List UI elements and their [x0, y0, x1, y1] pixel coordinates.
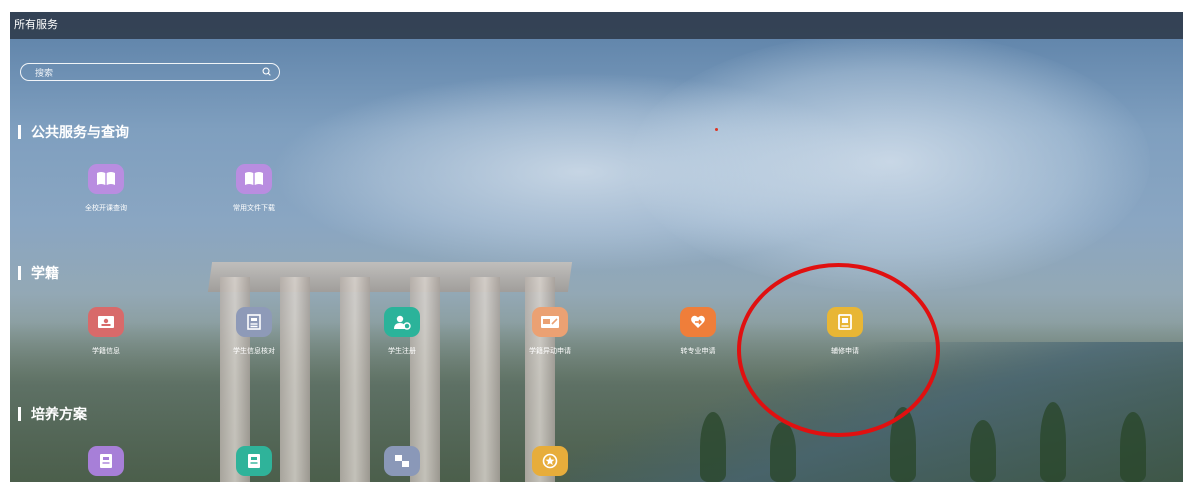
service-tile-plan-1[interactable] [46, 446, 166, 476]
service-tile-info-check[interactable]: 学生信息核对 [194, 307, 314, 356]
service-tile-status-info[interactable]: 学籍信息 [46, 307, 166, 356]
annotation-dot [715, 128, 718, 131]
badge-icon [532, 446, 568, 476]
section-title-text: 学籍 [31, 266, 59, 282]
service-tile-course-query[interactable]: 全校开课查询 [46, 164, 166, 213]
service-label: 学生注册 [388, 347, 416, 355]
book-icon [88, 164, 124, 194]
section-title-text: 培养方案 [31, 407, 87, 423]
background-tree [700, 412, 726, 482]
background-tree [770, 422, 796, 482]
page-title: 所有服务 [14, 18, 58, 31]
background-colonnade-beam [207, 262, 573, 292]
user-icon [384, 307, 420, 337]
service-label: 全校开课查询 [85, 204, 127, 212]
section-title-student-status: 学籍 [18, 263, 59, 283]
section-title-public-services: 公共服务与查询 [18, 122, 129, 142]
service-tile-file-download[interactable]: 常用文件下载 [194, 164, 314, 213]
service-label: 学籍异动申请 [529, 347, 571, 355]
service-page: 所有服务 搜索 公共服务与查询 全校开课查询 常用文件下载 学籍 学籍信息 学生… [10, 12, 1183, 482]
transfer-icon [680, 307, 716, 337]
service-tile-plan-2[interactable] [194, 446, 314, 476]
service-label: 学生信息核对 [233, 347, 275, 355]
id-card-icon [88, 307, 124, 337]
service-label: 学籍信息 [92, 347, 120, 355]
service-tile-plan-4[interactable] [490, 446, 610, 476]
plan-icon [236, 446, 272, 476]
background-tree [1120, 412, 1146, 482]
book-icon [236, 164, 272, 194]
background-tree [970, 420, 996, 482]
service-label: 转专业申请 [680, 347, 716, 355]
card-edit-icon [532, 307, 568, 337]
service-label: 常用文件下载 [233, 204, 275, 212]
plan-icon [88, 446, 124, 476]
background-cloud [630, 32, 1150, 292]
compare-icon [384, 446, 420, 476]
search-icon[interactable] [262, 67, 271, 76]
service-tile-status-change[interactable]: 学籍异动申请 [490, 307, 610, 356]
header-bar: 所有服务 [10, 12, 1183, 39]
service-tile-registration[interactable]: 学生注册 [342, 307, 462, 356]
section-marker [18, 125, 21, 139]
service-tile-plan-3[interactable] [342, 446, 462, 476]
search-placeholder: 搜索 [35, 69, 54, 79]
annotation-circle [737, 263, 940, 437]
section-title-text: 公共服务与查询 [31, 125, 129, 141]
section-marker [18, 407, 21, 421]
section-title-training-plan: 培养方案 [18, 404, 87, 424]
section-marker [18, 266, 21, 280]
document-icon [236, 307, 272, 337]
background-tree [1040, 402, 1066, 482]
search-input[interactable]: 搜索 [20, 63, 280, 81]
